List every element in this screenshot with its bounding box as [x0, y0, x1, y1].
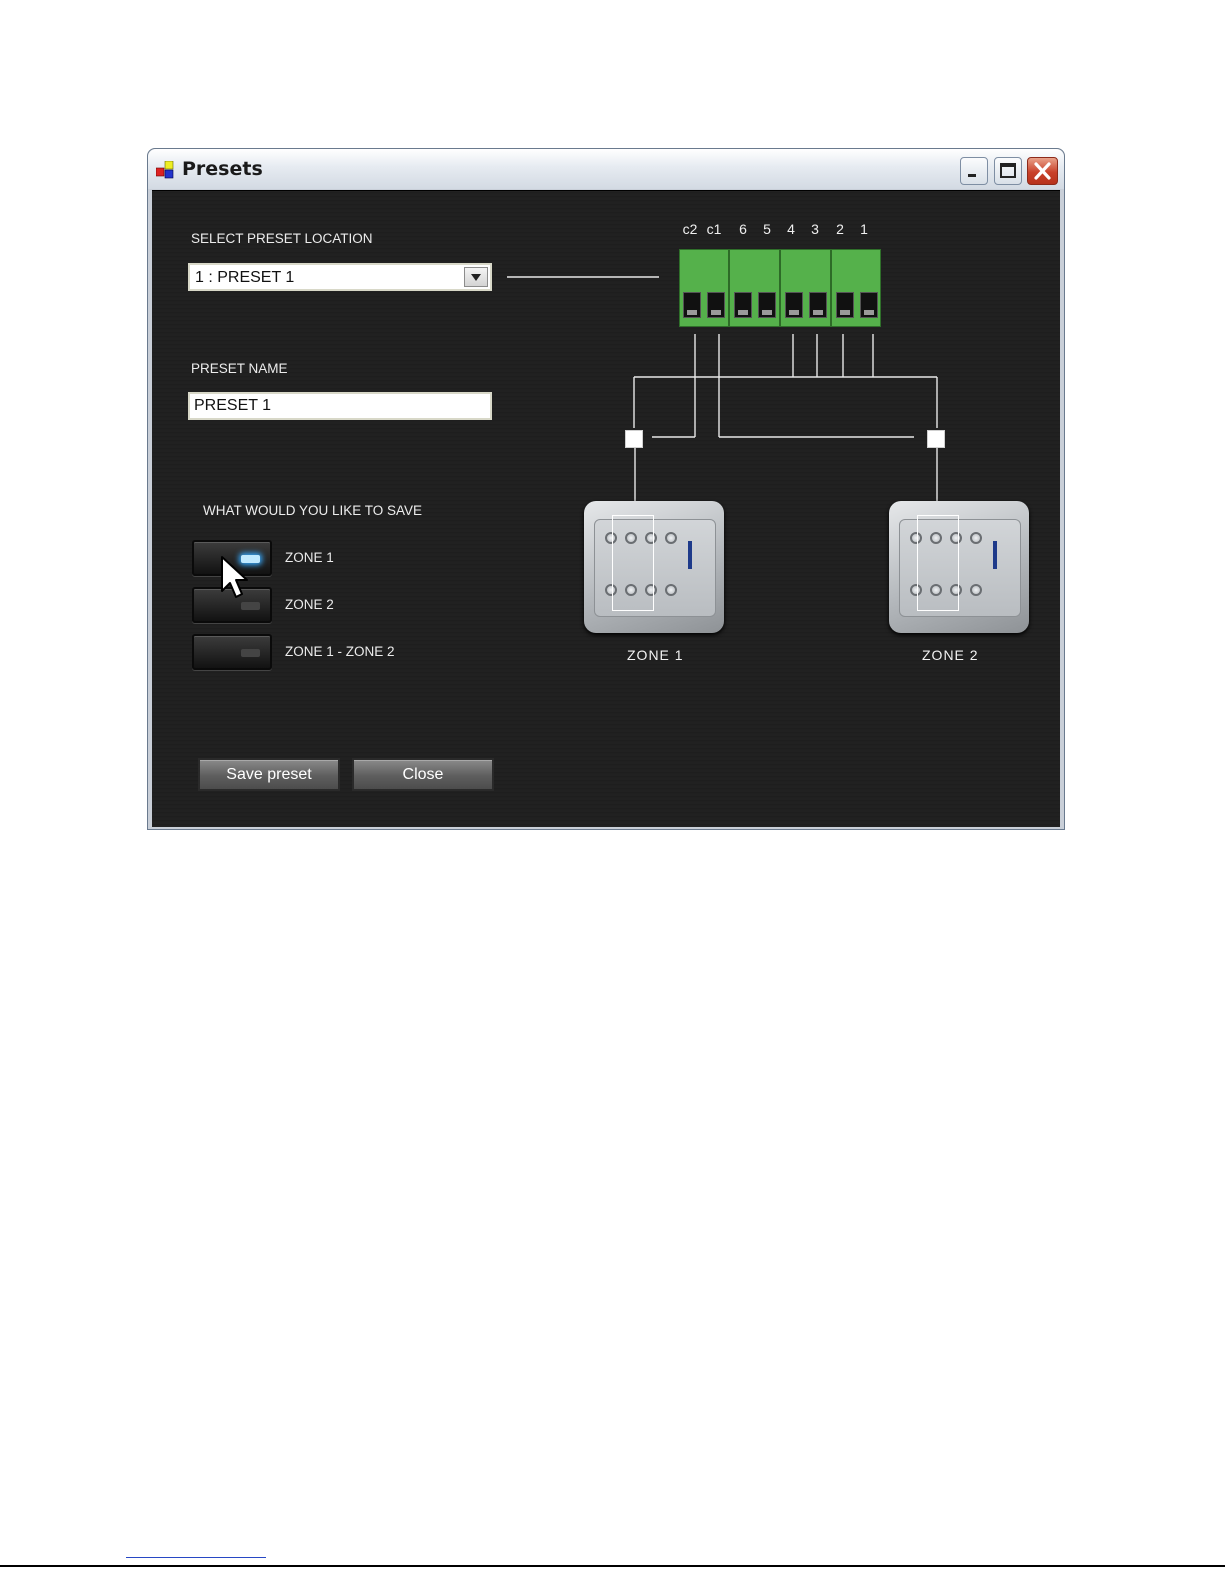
save-zone1-zone2-label: ZONE 1 - ZONE 2: [285, 644, 395, 659]
window-title: Presets: [182, 158, 263, 180]
save-preset-button[interactable]: Save preset: [198, 758, 340, 791]
page-divider: [0, 1565, 1225, 1567]
close-window-button[interactable]: [1027, 157, 1058, 185]
zone2-connection-checkbox[interactable]: [927, 430, 945, 448]
maximize-button[interactable]: [994, 157, 1022, 185]
save-zone1-label: ZONE 1: [285, 550, 334, 565]
terminal-label: 1: [860, 221, 868, 237]
preset-location-dropdown[interactable]: 1 : PRESET 1: [188, 263, 492, 291]
preset-location-label: SELECT PRESET LOCATION: [191, 231, 373, 246]
save-options-label: WHAT WOULD YOU LIKE TO SAVE: [203, 503, 423, 518]
zone1-keypad: [584, 501, 724, 633]
terminal-label: 3: [811, 221, 819, 237]
terminal-label: c1: [706, 221, 722, 237]
save-zone2-label: ZONE 2: [285, 597, 334, 612]
zone2-keypad: [889, 501, 1029, 633]
status-led-icon: [241, 602, 260, 610]
footer-link-underline: [126, 1557, 266, 1558]
presets-panel: SELECT PRESET LOCATION 1 : PRESET 1 PRES…: [152, 190, 1060, 827]
preset-name-input[interactable]: [188, 392, 492, 420]
app-icon: [156, 161, 174, 179]
status-led-icon: [241, 649, 260, 657]
chevron-down-icon[interactable]: [464, 267, 488, 287]
terminal-label: 4: [787, 221, 795, 237]
terminal-label: 5: [763, 221, 771, 237]
preset-name-label: PRESET NAME: [191, 361, 288, 376]
presets-window: Presets SELECT PRESET LOCATION 1: PRESE…: [147, 148, 1065, 830]
terminal-label: c2: [682, 221, 698, 237]
close-icon: [1034, 162, 1051, 180]
minimize-icon: [968, 174, 976, 177]
close-button[interactable]: Close: [352, 758, 494, 791]
terminal-label: 2: [836, 221, 844, 237]
zone1-caption: ZONE 1: [627, 647, 684, 663]
terminal-block: [679, 249, 881, 327]
zone2-caption: ZONE 2: [922, 647, 979, 663]
save-zone1-zone2-toggle[interactable]: [192, 634, 272, 670]
maximize-icon: [1000, 163, 1016, 178]
minimize-button[interactable]: [960, 157, 988, 185]
preset-location-value: 1 : PRESET 1: [195, 269, 295, 286]
title-bar[interactable]: Presets: [148, 149, 1064, 189]
terminal-label: 6: [739, 221, 747, 237]
zone1-connection-checkbox[interactable]: [625, 430, 643, 448]
mouse-pointer-icon: [221, 556, 248, 598]
